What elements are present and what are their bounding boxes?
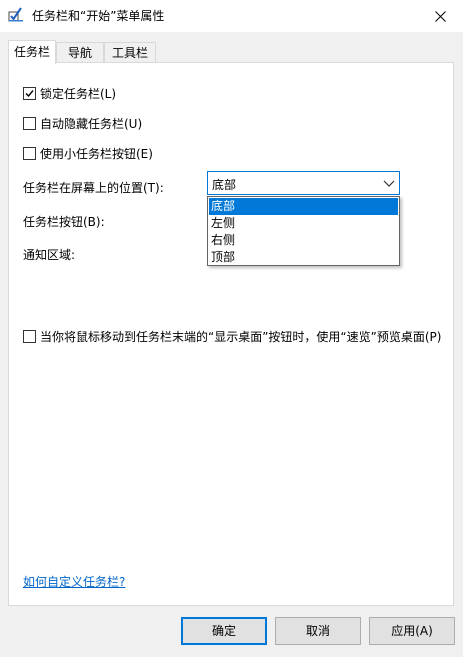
close-icon	[434, 10, 446, 22]
close-button[interactable]	[417, 0, 463, 32]
small-buttons-label: 使用小任务栏按钮(E)	[40, 146, 153, 161]
checklist-icon	[8, 6, 24, 22]
position-option-top[interactable]: 顶部	[209, 249, 398, 266]
autohide-taskbar-option[interactable]: 自动隐藏任务栏(U)	[23, 115, 142, 131]
tab-taskbar[interactable]: 任务栏	[8, 40, 56, 64]
taskbar-tab-panel: 锁定任务栏(L) 自动隐藏任务栏(U) 使用小任务栏按钮(E) 任务栏在屏幕上的…	[8, 62, 454, 606]
apply-button[interactable]: 应用(A)	[369, 617, 455, 645]
tab-toolbars[interactable]: 工具栏	[104, 42, 156, 62]
window-title: 任务栏和“开始”菜单属性	[32, 9, 165, 23]
position-label: 任务栏在屏幕上的位置(T):	[23, 181, 164, 195]
position-option-right[interactable]: 右侧	[209, 232, 398, 249]
small-buttons-option[interactable]: 使用小任务栏按钮(E)	[23, 145, 153, 161]
peek-checkbox[interactable]	[23, 329, 36, 343]
position-option-left[interactable]: 左侧	[209, 215, 398, 232]
autohide-taskbar-label: 自动隐藏任务栏(U)	[40, 116, 143, 131]
lock-taskbar-option[interactable]: 锁定任务栏(L)	[23, 85, 116, 101]
taskbar-properties-dialog: 任务栏和“开始”菜单属性 任务栏 导航 工具栏 锁定任务栏(L) 自动隐藏任务栏…	[0, 0, 463, 657]
autohide-taskbar-checkbox[interactable]	[23, 116, 36, 130]
peek-option[interactable]: 当你将鼠标移动到任务栏末端的“显示桌面”按钮时，使用“速览”预览桌面(P)	[23, 328, 441, 344]
taskbar-buttons-label: 任务栏按钮(B):	[23, 215, 105, 229]
checkmark-icon	[25, 89, 34, 97]
position-dropdown-value: 底部	[212, 178, 237, 192]
ok-button[interactable]: 确定	[181, 617, 267, 645]
peek-label: 当你将鼠标移动到任务栏末端的“显示桌面”按钮时，使用“速览”预览桌面(P)	[40, 329, 442, 344]
lock-taskbar-checkbox[interactable]	[23, 86, 36, 100]
small-buttons-checkbox[interactable]	[23, 146, 36, 160]
lock-taskbar-label: 锁定任务栏(L)	[40, 86, 117, 101]
position-dropdown-list: 底部 左侧 右侧 顶部	[207, 196, 400, 266]
chevron-down-icon	[383, 180, 395, 187]
tab-navigation[interactable]: 导航	[56, 42, 104, 62]
position-dropdown[interactable]: 底部	[207, 171, 400, 195]
customize-taskbar-link[interactable]: 如何自定义任务栏?	[23, 573, 125, 590]
position-option-bottom[interactable]: 底部	[209, 198, 398, 215]
notification-area-label: 通知区域:	[23, 248, 76, 262]
title-bar: 任务栏和“开始”菜单属性	[0, 0, 463, 32]
cancel-button[interactable]: 取消	[275, 617, 361, 645]
